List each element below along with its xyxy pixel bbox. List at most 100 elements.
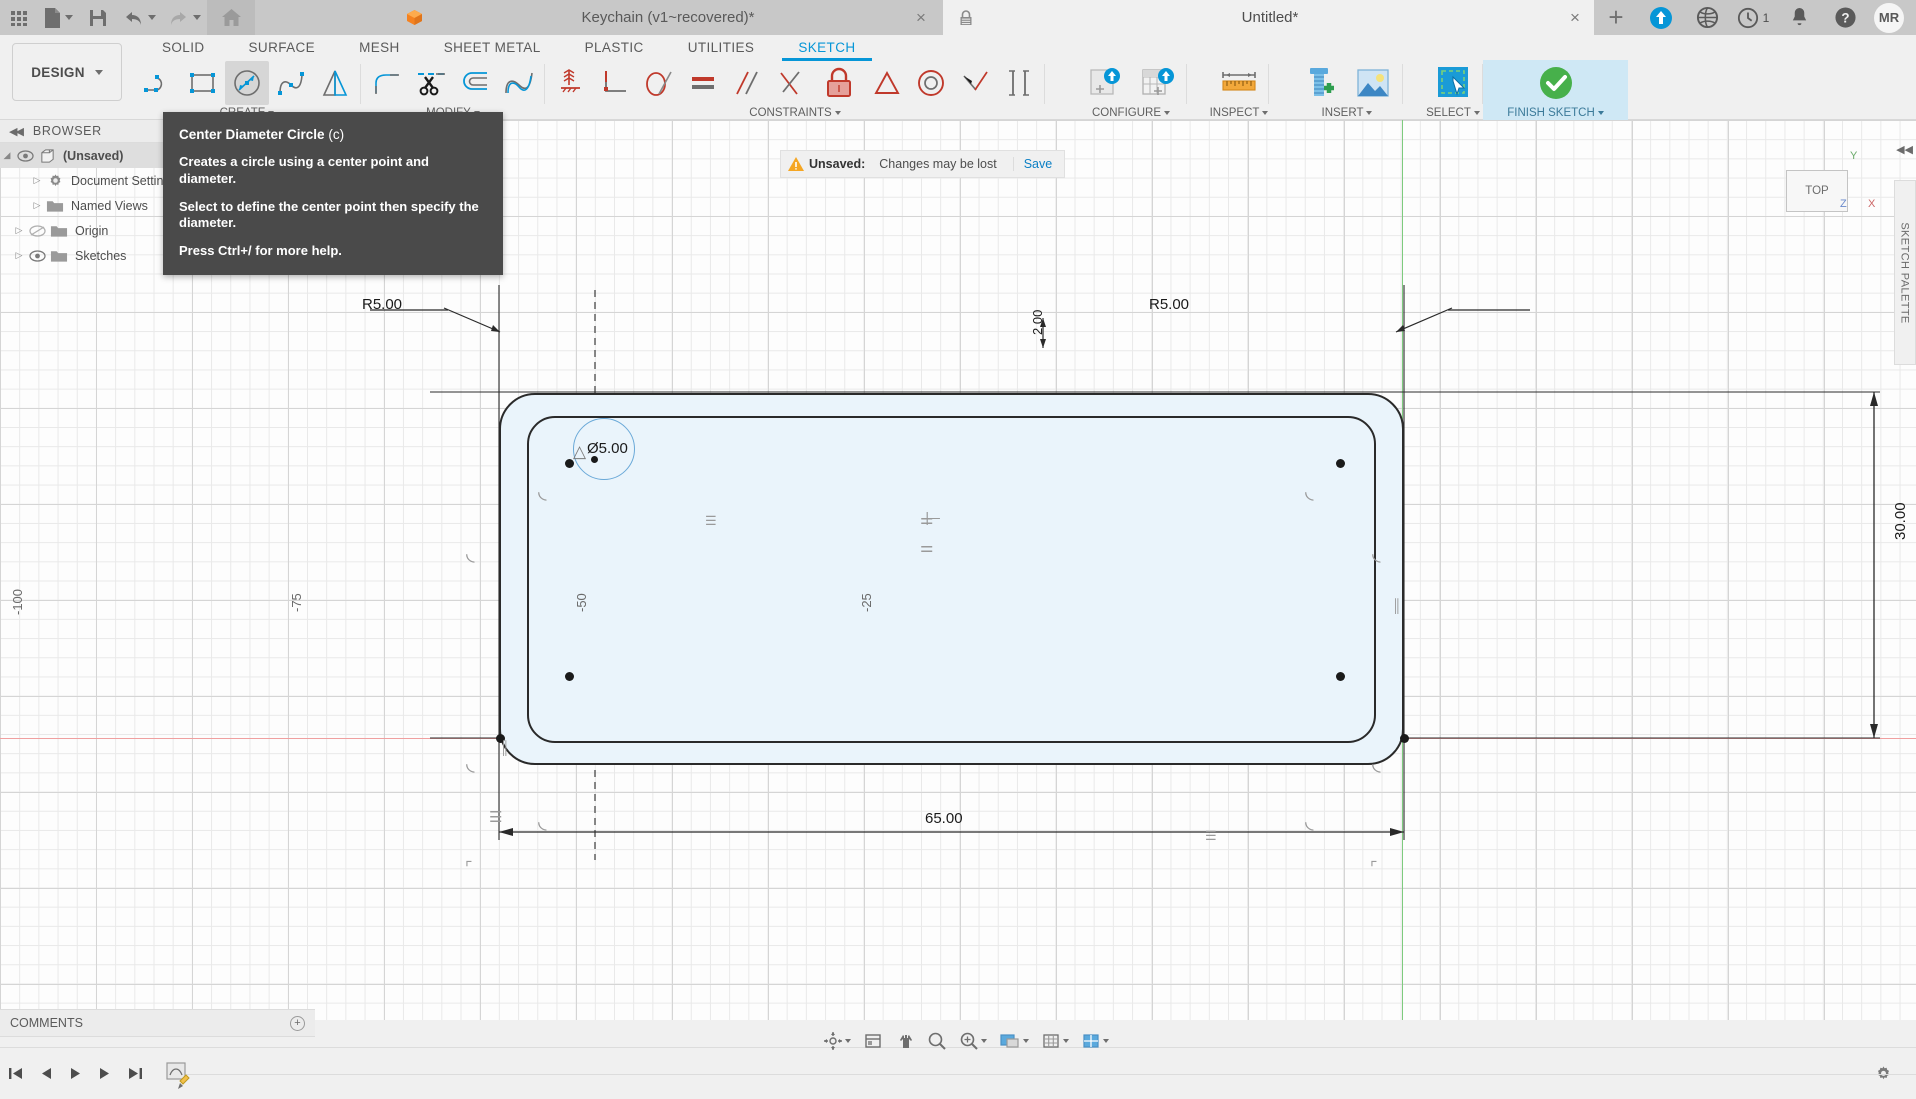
tangent-constraint-glyph[interactable]: ◟ xyxy=(1372,750,1381,776)
tab-plastic[interactable]: PLASTIC xyxy=(563,37,666,58)
dimension-thickness[interactable]: 2.00 xyxy=(1030,310,1045,335)
panel-label-insert[interactable]: INSERT xyxy=(1322,106,1373,120)
panel-label-select[interactable]: SELECT xyxy=(1426,106,1480,120)
curvature-comb-tool-icon[interactable] xyxy=(497,61,541,105)
panel-label-finish-sketch[interactable]: FINISH SKETCH xyxy=(1507,106,1604,120)
fix-constraint-glyph[interactable]: ⚌ xyxy=(920,538,933,556)
redo-caret-icon[interactable] xyxy=(193,15,201,20)
sketch-palette-tab[interactable]: SKETCH PALETTE xyxy=(1894,180,1916,365)
vertical-constraint-glyph[interactable]: ║ xyxy=(500,740,509,755)
equal-constraint-glyph[interactable]: ☰ xyxy=(1205,828,1217,844)
viewports-icon[interactable] xyxy=(1076,1026,1114,1056)
sketch-inner-profile[interactable] xyxy=(527,416,1376,743)
help-icon[interactable]: ? xyxy=(1822,0,1868,35)
new-tab-button[interactable]: + xyxy=(1594,0,1638,35)
insert-mcmaster-part-icon[interactable] xyxy=(1295,61,1347,105)
workspace-switcher-design[interactable]: DESIGN xyxy=(12,43,122,101)
equal-constraint-icon[interactable] xyxy=(681,61,725,105)
symmetry-constraint-icon[interactable] xyxy=(997,61,1041,105)
equal-constraint-glyph[interactable]: ☰ xyxy=(705,513,717,529)
add-comment-icon[interactable]: + xyxy=(290,1015,305,1031)
pan-icon[interactable] xyxy=(890,1026,920,1056)
orbit-icon[interactable] xyxy=(818,1026,856,1056)
expand-arrow-icon[interactable]: ▷ xyxy=(12,225,26,236)
redo-icon[interactable] xyxy=(162,0,207,35)
app-grid-icon[interactable] xyxy=(0,0,38,35)
expand-arrow-icon[interactable]: ▷ xyxy=(12,250,26,261)
tangent-constraint-glyph[interactable]: ◟ xyxy=(466,540,475,566)
play-icon[interactable] xyxy=(60,1057,90,1091)
line-tool-icon[interactable] xyxy=(137,61,181,105)
panel-label-inspect[interactable]: INSPECT xyxy=(1210,106,1269,120)
save-icon[interactable] xyxy=(79,0,117,35)
configure-design-icon[interactable] xyxy=(1079,61,1131,105)
save-link[interactable]: Save xyxy=(1012,157,1063,171)
tangent-constraint-glyph[interactable]: ◟ xyxy=(1305,808,1314,834)
midpoint-constraint-icon[interactable] xyxy=(865,61,909,105)
fix-constraint-glyph[interactable]: ⚌ xyxy=(920,510,933,528)
select-tool-icon[interactable] xyxy=(1427,61,1479,105)
zoom-icon[interactable] xyxy=(922,1026,952,1056)
tangent-constraint-glyph[interactable]: ◟ xyxy=(466,750,475,776)
horizontal-constraint-glyph[interactable]: ⌜ xyxy=(1370,858,1378,878)
vertical-constraint-glyph[interactable]: ║ xyxy=(1392,598,1401,613)
tab-solid[interactable]: SOLID xyxy=(140,37,227,58)
undo-icon[interactable] xyxy=(117,0,162,35)
tab-sketch[interactable]: SKETCH xyxy=(776,37,877,61)
mirror-tool-icon[interactable] xyxy=(313,61,357,105)
zoom-window-icon[interactable] xyxy=(954,1026,992,1056)
go-to-end-icon[interactable] xyxy=(120,1057,150,1091)
measure-icon[interactable] xyxy=(1213,61,1265,105)
configure-table-icon[interactable] xyxy=(1131,61,1183,105)
collinear-constraint-icon[interactable] xyxy=(953,61,997,105)
new-file-icon[interactable] xyxy=(38,0,79,35)
visibility-eye-icon[interactable] xyxy=(26,249,48,262)
panel-finish-sketch[interactable]: FINISH SKETCH xyxy=(1483,60,1628,120)
tab-sheet-metal[interactable]: SHEET METAL xyxy=(422,37,563,58)
expand-arrow-icon[interactable]: ▷ xyxy=(30,200,44,211)
step-back-icon[interactable] xyxy=(30,1057,60,1091)
tangent-constraint-icon[interactable] xyxy=(637,61,681,105)
globe-icon[interactable] xyxy=(1684,0,1730,35)
avatar[interactable]: MR xyxy=(1874,2,1904,33)
tangent-constraint-glyph[interactable]: ◟ xyxy=(1372,540,1381,566)
spline-tool-icon[interactable] xyxy=(269,61,313,105)
trim-tool-icon[interactable] xyxy=(409,61,453,105)
view-cube-top-face[interactable]: TOP xyxy=(1786,170,1848,212)
chevron-down-icon[interactable] xyxy=(1023,1039,1029,1043)
sketch-dimension-icon[interactable] xyxy=(549,61,593,105)
home-icon[interactable] xyxy=(207,0,255,35)
tab-utilities[interactable]: UTILITIES xyxy=(666,37,777,58)
display-settings-icon[interactable] xyxy=(994,1026,1034,1056)
recent-activity-icon[interactable]: 1 xyxy=(1730,0,1776,35)
circle-center-point[interactable] xyxy=(591,456,598,463)
tab-mesh[interactable]: MESH xyxy=(337,37,422,58)
document-tab-keychain[interactable]: Keychain (v1~recovered)* × xyxy=(390,0,943,35)
fix-unfix-constraint-icon[interactable] xyxy=(813,61,865,105)
step-forward-icon[interactable] xyxy=(90,1057,120,1091)
tangent-constraint-glyph[interactable]: ◟ xyxy=(1305,478,1314,504)
collapse-browser-icon[interactable]: ◀◀ xyxy=(9,125,24,138)
close-icon[interactable]: × xyxy=(1567,8,1583,28)
new-file-caret-icon[interactable] xyxy=(65,15,73,20)
go-to-beginning-icon[interactable] xyxy=(0,1057,30,1091)
chevron-down-icon[interactable] xyxy=(981,1039,987,1043)
sketch-timeline-marker-icon[interactable] xyxy=(164,1057,192,1091)
insert-canvas-image-icon[interactable] xyxy=(1347,61,1399,105)
sketch-point[interactable] xyxy=(1336,672,1345,681)
sketch-point[interactable] xyxy=(1400,734,1409,743)
chevron-down-icon[interactable] xyxy=(845,1039,851,1043)
tangent-constraint-glyph[interactable]: ◟ xyxy=(538,808,547,834)
notifications-bell-icon[interactable] xyxy=(1776,0,1822,35)
horizontal-vertical-constraint-icon[interactable] xyxy=(593,61,637,105)
concentric-constraint-icon[interactable] xyxy=(909,61,953,105)
grid-snaps-icon[interactable] xyxy=(1036,1026,1074,1056)
parallel-constraint-icon[interactable] xyxy=(725,61,769,105)
dimension-height[interactable]: 30.00 xyxy=(1892,502,1909,540)
dimension-radius-right[interactable]: R5.00 xyxy=(1149,296,1189,313)
right-panel-collapse-icon[interactable]: ◀◀ xyxy=(1896,143,1913,156)
center-diameter-circle-tool-icon[interactable] xyxy=(225,61,269,105)
visibility-eye-icon[interactable] xyxy=(26,224,48,237)
upload-status-icon[interactable] xyxy=(1638,0,1684,35)
close-icon[interactable]: × xyxy=(913,8,929,28)
